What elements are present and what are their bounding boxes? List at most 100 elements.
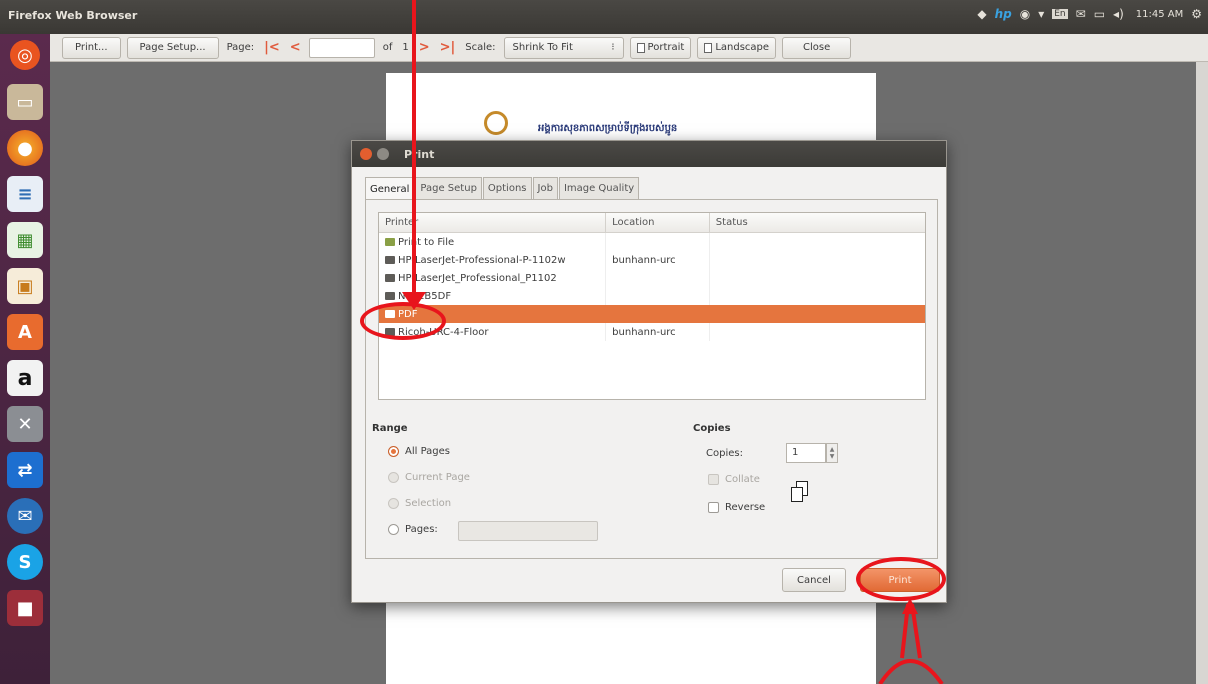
- printer-icon: [385, 274, 395, 282]
- range-all-pages-radio[interactable]: All Pages: [388, 446, 450, 457]
- keyboard-icon[interactable]: En: [1052, 9, 1068, 19]
- collate-label: Collate: [725, 474, 760, 485]
- printer-row-hp-p1102w[interactable]: HP-LaserJet-Professional-P-1102w bunhann…: [379, 251, 925, 269]
- checkbox-icon: [708, 474, 719, 485]
- skype-icon[interactable]: S: [7, 544, 43, 580]
- radio-off-icon: [388, 472, 399, 483]
- printer-status: [710, 287, 925, 305]
- tab-page-setup[interactable]: Page Setup: [415, 177, 482, 199]
- software-center-icon[interactable]: A: [7, 314, 43, 350]
- printer-location: bunhann-urc: [606, 251, 710, 269]
- pages-input: [458, 521, 598, 541]
- thunderbird-icon[interactable]: ✉: [7, 498, 43, 534]
- range-title: Range: [372, 423, 408, 434]
- print-preview-toolbar: Print... Page Setup... Page: |< < of 1 >…: [50, 34, 1208, 62]
- calc-icon[interactable]: ▦: [7, 222, 43, 258]
- battery-icon[interactable]: ▭: [1094, 7, 1105, 21]
- printer-row-npi[interactable]: NPI-1B5DF: [379, 287, 925, 305]
- portrait-toggle[interactable]: Portrait: [629, 36, 692, 59]
- minimize-icon[interactable]: [377, 148, 389, 160]
- top-panel: Firefox Web Browser ◆ hp ◉ ▾ En ✉ ▭ ◂) 1…: [0, 0, 1208, 34]
- close-icon[interactable]: [360, 148, 372, 160]
- volume-icon[interactable]: ◂): [1113, 7, 1124, 21]
- wifi-icon[interactable]: ▾: [1038, 7, 1044, 21]
- dropbox-icon[interactable]: ◆: [977, 7, 986, 21]
- chevron-down-icon[interactable]: ▼: [830, 453, 835, 460]
- column-location[interactable]: Location: [606, 213, 710, 232]
- reverse-checkbox[interactable]: Reverse: [708, 502, 765, 513]
- clock[interactable]: 11:45 AM: [1136, 9, 1183, 20]
- printer-row-print-to-file[interactable]: Print to File: [379, 233, 925, 251]
- printer-list: Printer Location Status Print to File HP…: [378, 212, 926, 400]
- copies-title: Copies: [693, 423, 731, 434]
- amazon-icon[interactable]: a: [7, 360, 43, 396]
- cancel-button[interactable]: Cancel: [782, 568, 846, 592]
- sheet-header-text: អង្គការសុខភាពសម្រាប់ទីក្រុងរបស់ប្អូន: [538, 123, 678, 134]
- selection-label: Selection: [405, 498, 452, 509]
- impress-icon[interactable]: ▣: [7, 268, 43, 304]
- annotation-arrow-line: [412, 0, 416, 300]
- dialog-tabs: General Page Setup Options Job Image Qua…: [365, 177, 640, 200]
- annotation-circle-print: [856, 557, 946, 601]
- tab-options[interactable]: Options: [482, 177, 532, 199]
- landscape-toggle[interactable]: Landscape: [697, 36, 777, 59]
- prev-page-icon[interactable]: <: [288, 40, 303, 55]
- preview-print-button[interactable]: Print...: [62, 36, 121, 59]
- ubuntu-dash-icon[interactable]: ◎: [10, 40, 40, 70]
- current-page-label: Current Page: [405, 472, 470, 483]
- range-selection-radio: Selection: [388, 498, 451, 509]
- annotation-circle-pdf: [360, 302, 446, 340]
- collate-pages-icon: [791, 481, 809, 503]
- writer-icon[interactable]: ≡: [7, 176, 43, 212]
- teamviewer-icon[interactable]: ⇄: [7, 452, 43, 488]
- of-label: of: [382, 42, 393, 53]
- printer-status: [710, 269, 925, 287]
- chrome-icon[interactable]: ◉: [1020, 7, 1030, 21]
- printer-location: [606, 233, 710, 251]
- printer-location: [606, 269, 710, 287]
- next-page-icon[interactable]: >: [417, 40, 432, 55]
- dialog-titlebar[interactable]: Print: [352, 141, 946, 167]
- scale-select[interactable]: Shrink To Fit ⁝: [503, 36, 624, 59]
- tab-job[interactable]: Job: [532, 177, 558, 199]
- first-page-icon[interactable]: |<: [262, 40, 282, 55]
- firefox-icon[interactable]: ●: [7, 130, 43, 166]
- scale-label: Scale:: [465, 42, 496, 53]
- hp-icon[interactable]: hp: [995, 7, 1012, 21]
- last-page-icon[interactable]: >|: [438, 40, 458, 55]
- printer-row-pdf[interactable]: PDF: [379, 305, 925, 323]
- printer-icon: [385, 292, 395, 300]
- chevron-up-icon[interactable]: ▲: [830, 446, 835, 453]
- mail-icon[interactable]: ✉: [1076, 7, 1086, 21]
- tab-image-quality[interactable]: Image Quality: [558, 177, 640, 199]
- printer-row-ricoh[interactable]: Ricoh-URC-4-Floor bunhann-urc: [379, 323, 925, 341]
- total-pages: 1: [402, 42, 409, 53]
- system-tray: ◆ hp ◉ ▾ En ✉ ▭ ◂) 11:45 AM ⚙: [977, 7, 1202, 21]
- files-icon[interactable]: ▭: [7, 84, 43, 120]
- printer-row-hp-p1102[interactable]: HP-LaserJet_Professional_P1102: [379, 269, 925, 287]
- landscape-icon: [704, 42, 713, 53]
- power-icon[interactable]: ⚙: [1191, 7, 1202, 21]
- printer-icon: [385, 256, 395, 264]
- copies-input[interactable]: 1: [786, 443, 826, 463]
- range-pages-radio[interactable]: Pages:: [388, 524, 438, 535]
- copies-stepper[interactable]: ▲ ▼: [826, 443, 838, 463]
- column-status[interactable]: Status: [710, 213, 925, 232]
- chevron-updown-icon: ⁝: [611, 42, 615, 53]
- preview-close-button[interactable]: Close: [782, 36, 852, 59]
- pages-label: Pages:: [405, 524, 438, 535]
- scrollbar[interactable]: [1196, 62, 1208, 684]
- preview-page-setup-button[interactable]: Page Setup...: [126, 36, 219, 59]
- page-label: Page:: [226, 42, 255, 53]
- radio-off-icon: [388, 524, 399, 535]
- printer-status: [710, 251, 925, 269]
- annotation-pointer-icon: [878, 598, 944, 684]
- copies-label: Copies:: [706, 448, 743, 459]
- app-icon[interactable]: ■: [7, 590, 43, 626]
- page-number-input[interactable]: [308, 37, 375, 58]
- app-title: Firefox Web Browser: [8, 9, 138, 22]
- printer-location: bunhann-urc: [606, 323, 710, 341]
- printer-location: [606, 287, 710, 305]
- settings-icon[interactable]: ✕: [7, 406, 43, 442]
- tab-general[interactable]: General: [365, 177, 415, 200]
